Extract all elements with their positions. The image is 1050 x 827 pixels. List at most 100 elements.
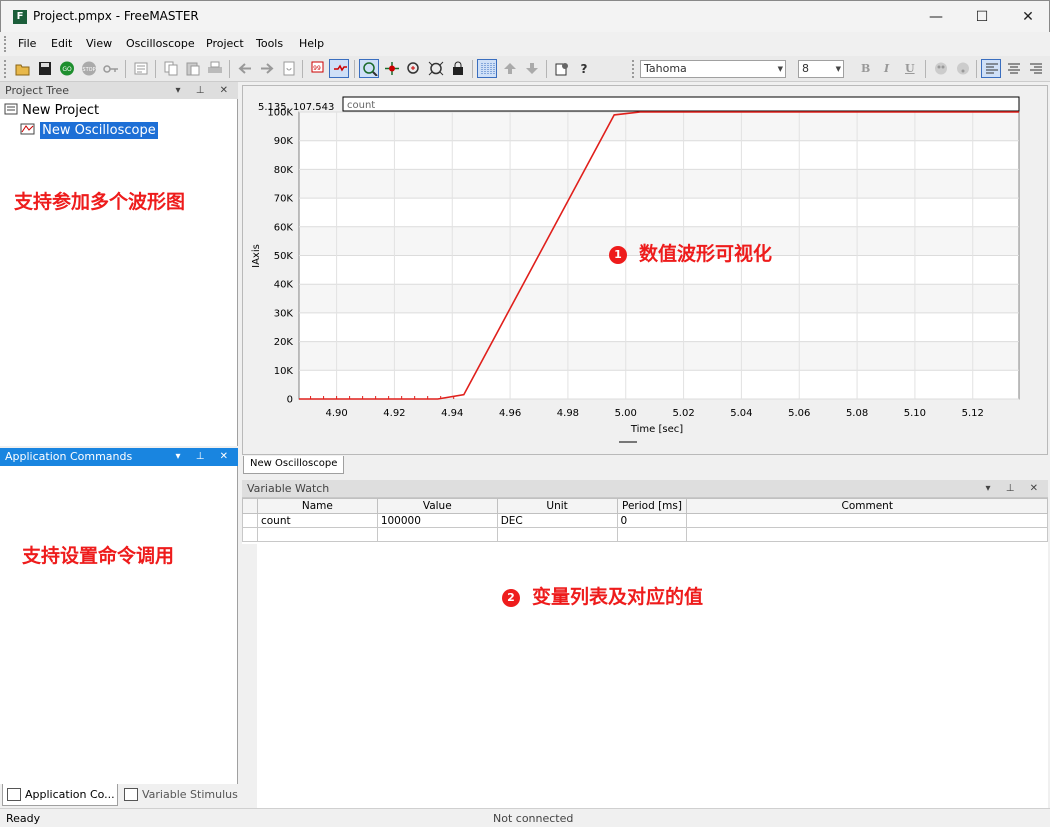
status-left: Ready xyxy=(6,812,41,825)
oscilloscope-chart[interactable]: 5.135, 107.543 count 010K20K30K40K50K60K… xyxy=(243,86,1047,454)
oscilloscope-icon xyxy=(20,123,35,135)
project-tree-title: Project Tree xyxy=(5,84,70,97)
column-header-period[interactable]: Period [ms] xyxy=(616,498,688,514)
pan-icon[interactable] xyxy=(381,59,401,78)
toolbar-separator xyxy=(472,60,473,78)
menu-oscilloscope[interactable]: Oscilloscope xyxy=(126,37,195,50)
y-tick-label: 80K xyxy=(274,165,294,176)
tab-application-commands[interactable]: Application Co... xyxy=(2,784,118,806)
cell-unit[interactable]: DEC xyxy=(496,513,618,528)
tree-item-project[interactable]: New Project xyxy=(4,103,99,118)
toolbar-separator xyxy=(125,60,126,78)
underline-button[interactable]: U xyxy=(905,62,915,75)
cell-name[interactable]: count xyxy=(256,513,378,528)
menu-project[interactable]: Project xyxy=(206,37,244,50)
menu-grip[interactable] xyxy=(4,36,6,52)
settings-icon[interactable] xyxy=(551,59,571,78)
menu-edit[interactable]: Edit xyxy=(51,37,72,50)
annotation-tree: 支持参加多个波形图 xyxy=(14,191,186,213)
copy-icon[interactable] xyxy=(160,59,180,78)
cell-period[interactable] xyxy=(616,527,688,542)
toolbar-grip[interactable] xyxy=(4,60,6,78)
open-icon[interactable] xyxy=(12,59,32,78)
app-commands-header: Application Commands ▾ ⊥ ✕ xyxy=(0,448,238,466)
x-tick-label: 5.08 xyxy=(846,408,868,419)
pipe-active-icon[interactable] xyxy=(329,59,349,78)
toolbar: GO STOP 99 ? Tahoma ▼ 8 ▼ B I U xyxy=(0,56,1050,82)
bold-button[interactable]: B xyxy=(861,62,870,75)
y-tick-label: 10K xyxy=(274,366,294,377)
cell-value[interactable] xyxy=(376,527,498,542)
print-icon[interactable] xyxy=(204,59,224,78)
align-left-icon[interactable] xyxy=(981,59,1001,78)
tab-new-oscilloscope[interactable]: New Oscilloscope xyxy=(243,456,345,474)
menu-view[interactable]: View xyxy=(86,37,112,50)
table-row[interactable]: count 100000 DEC 0 xyxy=(242,513,1048,528)
toolbar-grip[interactable] xyxy=(632,60,634,78)
cell-period[interactable]: 0 xyxy=(616,513,688,528)
toolbar-separator xyxy=(229,60,230,78)
forward-arrow-icon[interactable] xyxy=(256,59,276,78)
minimize-button[interactable]: — xyxy=(913,1,959,33)
properties-icon[interactable] xyxy=(130,59,150,78)
cell-name[interactable] xyxy=(256,527,378,542)
panel-controls[interactable]: ▾ ⊥ ✕ xyxy=(176,82,234,100)
go-icon[interactable]: GO xyxy=(56,59,76,78)
color-picker-icon[interactable] xyxy=(952,59,972,78)
title-bar: F Project.pmpx - FreeMASTER — ☐ ✕ xyxy=(0,0,1050,32)
resize-handle[interactable] xyxy=(619,441,637,443)
oscilloscope-view[interactable]: 5.135, 107.543 count 0 10K 20K 30K 40K 50K 60K… xyxy=(242,85,1048,455)
menu-file[interactable]: File xyxy=(18,37,36,50)
column-header-unit[interactable]: Unit xyxy=(496,498,618,514)
cell-value[interactable]: 100000 xyxy=(376,513,498,528)
arrow-up-icon[interactable] xyxy=(499,59,519,78)
window-title: Project.pmpx - FreeMASTER xyxy=(33,9,199,23)
cell-comment[interactable] xyxy=(686,513,1048,528)
italic-button[interactable]: I xyxy=(884,62,889,75)
column-header-name[interactable]: Name xyxy=(256,498,378,514)
stop-icon[interactable]: STOP xyxy=(78,59,98,78)
table-row[interactable] xyxy=(242,527,1048,542)
cell-unit[interactable] xyxy=(496,527,618,542)
lock-icon[interactable] xyxy=(447,59,467,78)
zoom-in-icon[interactable] xyxy=(403,59,423,78)
tree-item-oscilloscope[interactable]: New Oscilloscope xyxy=(20,122,158,139)
font-name-select[interactable]: Tahoma ▼ xyxy=(640,60,786,78)
grid-icon[interactable] xyxy=(477,59,497,78)
annotation-commands: 支持设置命令调用 xyxy=(22,545,175,567)
tab-variable-stimulus[interactable]: Variable Stimulus xyxy=(120,784,238,806)
toolbar-separator xyxy=(302,60,303,78)
menu-help[interactable]: Help xyxy=(299,37,324,50)
y-axis-label: IAxis xyxy=(251,244,262,268)
toolbar-separator xyxy=(546,60,547,78)
column-header-value[interactable]: Value xyxy=(376,498,498,514)
key-icon[interactable] xyxy=(100,59,120,78)
column-header-comment[interactable]: Comment xyxy=(686,498,1048,514)
arrow-down-icon[interactable] xyxy=(521,59,541,78)
cell-comment[interactable] xyxy=(686,527,1048,542)
x-axis-label: Time [sec] xyxy=(630,424,683,435)
variable-watch-header: Variable Watch ▾ ⊥ ✕ xyxy=(242,480,1048,498)
svg-text:GO: GO xyxy=(62,66,72,73)
svg-text:99: 99 xyxy=(313,65,321,72)
x-tick-label: 5.10 xyxy=(904,408,926,419)
align-right-icon[interactable] xyxy=(1025,59,1045,78)
align-center-icon[interactable] xyxy=(1003,59,1023,78)
record-icon[interactable]: 99 xyxy=(307,59,327,78)
palette-icon[interactable] xyxy=(930,59,950,78)
back-arrow-icon[interactable] xyxy=(234,59,254,78)
save-icon[interactable] xyxy=(34,59,54,78)
variable-watch-panel: Name Value Unit Period [ms] Comment coun… xyxy=(242,498,1048,808)
menu-tools[interactable]: Tools xyxy=(256,37,283,50)
plot-band xyxy=(300,169,1018,199)
zoom-out-icon[interactable] xyxy=(425,59,445,78)
panel-controls[interactable]: ▾ ⊥ ✕ xyxy=(986,480,1044,498)
close-button[interactable]: ✕ xyxy=(1005,1,1050,33)
panel-controls[interactable]: ▾ ⊥ ✕ xyxy=(176,448,234,466)
help-icon[interactable]: ? xyxy=(573,59,593,78)
zoom-fit-icon[interactable] xyxy=(359,59,379,78)
font-size-select[interactable]: 8 ▼ xyxy=(798,60,844,78)
refresh-icon[interactable] xyxy=(278,59,298,78)
paste-icon[interactable] xyxy=(182,59,202,78)
maximize-button[interactable]: ☐ xyxy=(959,1,1005,33)
